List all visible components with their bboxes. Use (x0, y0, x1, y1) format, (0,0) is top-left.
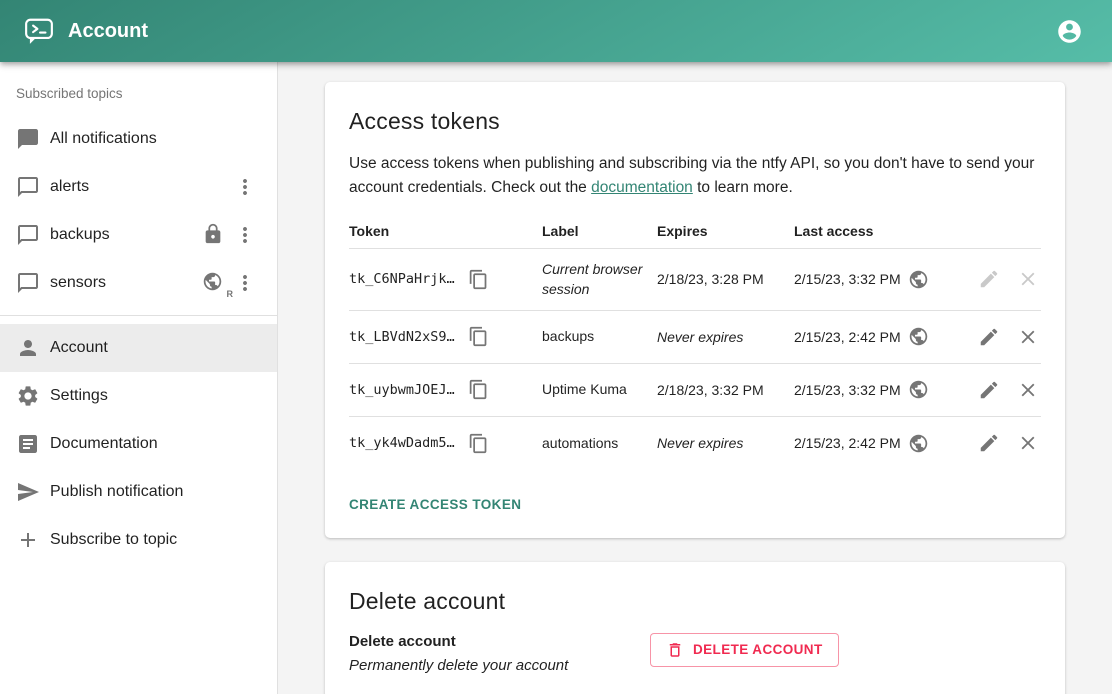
more-vert-icon[interactable] (233, 223, 257, 247)
create-access-token-button[interactable]: CREATE ACCESS TOKEN (349, 497, 521, 512)
more-vert-icon[interactable] (233, 175, 257, 199)
sidebar-item-documentation[interactable]: Documentation (0, 420, 277, 468)
sidebar-item-backups[interactable]: backups (0, 211, 277, 259)
close-icon[interactable] (1017, 326, 1039, 348)
token-value: tk_yk4wDadm5… (349, 435, 455, 451)
close-icon[interactable] (1017, 379, 1039, 401)
token-value: tk_uybwmJOEJ… (349, 382, 455, 398)
chat-bubble-outline-icon (16, 175, 40, 199)
edit-icon (978, 268, 1000, 290)
sidebar-divider (0, 315, 277, 316)
token-value: tk_LBVdN2xS9… (349, 329, 455, 345)
token-last-access: 2/15/23, 2:42 PM (794, 329, 901, 345)
table-row: tk_C6NPaHrjk… Current browser session 2/… (349, 249, 1041, 311)
sidebar-item-subscribe-to-topic[interactable]: Subscribe to topic (0, 516, 277, 564)
chat-bubble-filled-icon (16, 127, 40, 151)
sidebar-item-label: Account (50, 339, 257, 357)
reserved-globe-icon: R (202, 271, 226, 295)
access-tokens-description: Use access tokens when publishing and su… (349, 152, 1041, 200)
app-header: Account (0, 0, 1112, 62)
table-row: tk_LBVdN2xS9… backups Never expires 2/15… (349, 311, 1041, 364)
page-title: Account (68, 20, 148, 43)
sidebar-item-alerts[interactable]: alerts (0, 163, 277, 211)
sidebar-item-label: backups (50, 226, 202, 244)
sidebar: Subscribed topics All notifications aler… (0, 62, 278, 694)
edit-icon[interactable] (978, 326, 1000, 348)
sidebar-item-account[interactable]: Account (0, 324, 277, 372)
sidebar-item-label: Subscribe to topic (50, 531, 257, 549)
chat-bubble-outline-icon (16, 223, 40, 247)
plus-icon (16, 528, 40, 552)
delete-account-item-description: Permanently delete your account (349, 657, 650, 674)
edit-icon[interactable] (978, 432, 1000, 454)
globe-icon (908, 269, 929, 290)
sidebar-item-label: All notifications (50, 130, 257, 148)
delete-account-card: Delete account Delete account Permanentl… (325, 562, 1065, 694)
access-tokens-card: Access tokens Use access tokens when pub… (325, 82, 1065, 538)
delete-account-button-label: DELETE ACCOUNT (693, 642, 823, 657)
person-icon (16, 336, 40, 360)
ntfy-logo-icon (24, 16, 54, 46)
col-header-expires: Expires (657, 214, 794, 248)
token-last-access: 2/15/23, 3:32 PM (794, 271, 901, 287)
copy-icon[interactable] (468, 433, 489, 454)
tokens-table: Token Label Expires Last access tk_C6NPa… (349, 214, 1041, 470)
sidebar-item-label: alerts (50, 178, 233, 196)
main-content: Access tokens Use access tokens when pub… (278, 62, 1112, 694)
gear-icon (16, 384, 40, 408)
copy-icon[interactable] (468, 379, 489, 400)
sidebar-item-settings[interactable]: Settings (0, 372, 277, 420)
col-header-label: Label (542, 214, 657, 248)
sidebar-item-all-notifications[interactable]: All notifications (0, 115, 277, 163)
sidebar-item-label: Settings (50, 387, 257, 405)
description-text: to learn more. (693, 179, 793, 196)
trash-icon (666, 641, 684, 659)
delete-account-item-title: Delete account (349, 633, 650, 650)
account-circle-icon[interactable] (1050, 12, 1088, 50)
sidebar-item-label: sensors (50, 274, 202, 292)
sidebar-item-publish-notification[interactable]: Publish notification (0, 468, 277, 516)
delete-account-title: Delete account (349, 588, 1041, 615)
token-last-access: 2/15/23, 2:42 PM (794, 435, 901, 451)
col-header-last-access: Last access (794, 214, 966, 248)
subscribed-topics-label: Subscribed topics (0, 68, 277, 115)
close-icon (1017, 268, 1039, 290)
sidebar-item-label: Documentation (50, 435, 257, 453)
sidebar-item-sensors[interactable]: sensors R (0, 259, 277, 307)
copy-icon[interactable] (468, 269, 489, 290)
token-label: Uptime Kuma (542, 369, 657, 409)
token-expires: 2/18/23, 3:32 PM (657, 372, 794, 408)
token-expires: Never expires (657, 319, 794, 355)
sidebar-item-label: Publish notification (50, 483, 257, 501)
edit-icon[interactable] (978, 379, 1000, 401)
chat-bubble-outline-icon (16, 271, 40, 295)
globe-icon (908, 379, 929, 400)
token-label: Current browser session (542, 249, 657, 310)
access-tokens-title: Access tokens (349, 108, 1041, 135)
send-icon (16, 480, 40, 504)
copy-icon[interactable] (468, 326, 489, 347)
token-label: automations (542, 423, 657, 463)
documentation-link[interactable]: documentation (591, 179, 693, 196)
delete-account-button[interactable]: DELETE ACCOUNT (650, 633, 839, 667)
col-header-token: Token (349, 214, 542, 248)
globe-icon (908, 433, 929, 454)
close-icon[interactable] (1017, 432, 1039, 454)
token-value: tk_C6NPaHrjk… (349, 271, 455, 287)
token-last-access: 2/15/23, 3:32 PM (794, 382, 901, 398)
token-expires: Never expires (657, 425, 794, 461)
table-row: tk_uybwmJOEJ… Uptime Kuma 2/18/23, 3:32 … (349, 364, 1041, 417)
lock-icon (202, 223, 226, 247)
token-label: backups (542, 316, 657, 356)
article-icon (16, 432, 40, 456)
globe-icon (908, 326, 929, 347)
token-expires: 2/18/23, 3:28 PM (657, 261, 794, 297)
more-vert-icon[interactable] (233, 271, 257, 295)
table-row: tk_yk4wDadm5… automations Never expires … (349, 417, 1041, 470)
table-header-row: Token Label Expires Last access (349, 214, 1041, 249)
